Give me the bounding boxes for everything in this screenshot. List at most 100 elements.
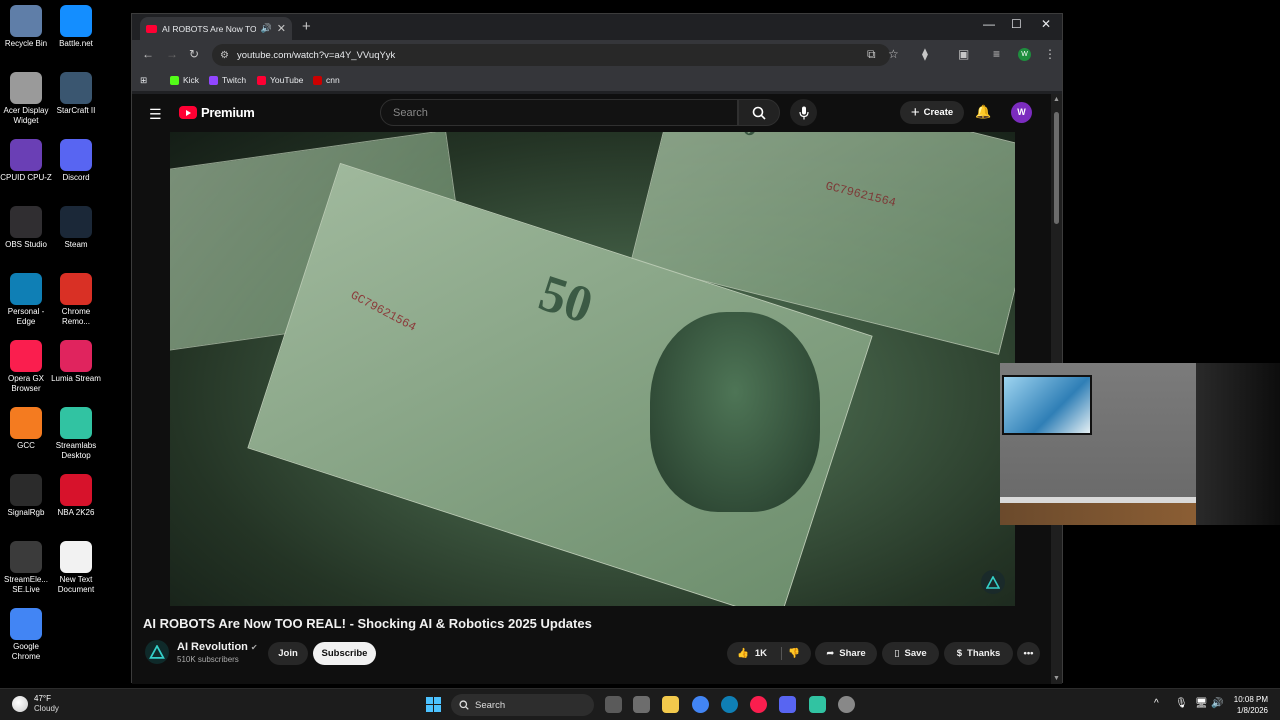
desktop-icon[interactable]: Streamlabs Desktop: [50, 407, 102, 461]
channel-avatar[interactable]: [145, 640, 169, 664]
scroll-up-icon[interactable]: ▲: [1053, 96, 1060, 103]
desktop-icon[interactable]: CPUID CPU-Z: [0, 139, 52, 183]
discord-icon[interactable]: [779, 696, 796, 713]
widgets-icon[interactable]: [633, 696, 650, 713]
desktop-icon[interactable]: Battle.net: [50, 5, 102, 49]
menu-icon[interactable]: ☰: [149, 106, 162, 123]
streamlabs-icon[interactable]: [809, 696, 826, 713]
bookmark-cnn[interactable]: cnn: [313, 75, 340, 85]
bookmark-kick[interactable]: Kick: [170, 75, 199, 85]
youtube-logo[interactable]: Premium: [179, 105, 255, 120]
desktop-icon[interactable]: OBS Studio: [0, 206, 52, 250]
taskbar-search[interactable]: Search: [451, 694, 594, 716]
desktop-icon-label: Opera GX Browser: [7, 374, 44, 393]
desktop-icon[interactable]: GCC: [0, 407, 52, 451]
desktop-icon[interactable]: Chrome Remo...: [50, 273, 102, 327]
start-button[interactable]: [426, 697, 441, 712]
desktop-icon[interactable]: Personal - Edge: [0, 273, 52, 327]
channel-watermark[interactable]: [981, 570, 1005, 594]
desktop-icon[interactable]: Discord: [50, 139, 102, 183]
system-clock[interactable]: 10:08 PM 1/8/2026: [1222, 694, 1268, 716]
desktop-icon[interactable]: SignalRgb: [0, 474, 52, 518]
banknote-value: 50: [532, 264, 600, 335]
channel-name-row[interactable]: AI Revolution ✔: [177, 641, 258, 653]
file-explorer-icon[interactable]: [662, 696, 679, 713]
back-icon[interactable]: ←: [142, 47, 154, 61]
desktop-icon[interactable]: Recycle Bin: [0, 5, 52, 49]
webcam-overlay[interactable]: [1000, 363, 1280, 525]
desktop-icon-label: StarCraft II: [56, 106, 96, 115]
clock-time: 10:08 PM: [1233, 695, 1268, 704]
microphone-tray-icon[interactable]: 🎙: [1175, 698, 1188, 709]
desktop-icon[interactable]: Acer Display Widget: [0, 72, 52, 126]
search-button[interactable]: [738, 99, 780, 126]
bookmark-youtube[interactable]: YouTube: [257, 75, 303, 85]
desktop-icon[interactable]: NBA 2K26: [50, 474, 102, 518]
browser-tab[interactable]: AI ROBOTS Are Now TOO R 🔊 ✕: [140, 17, 292, 40]
reload-icon[interactable]: ↻: [189, 47, 199, 61]
install-app-icon[interactable]: ⧉: [867, 47, 876, 62]
video-player[interactable]: GC79621564 50 GC79621564 50: [170, 132, 1015, 606]
desktop-icon[interactable]: Opera GX Browser: [0, 340, 52, 394]
save-label: Save: [904, 648, 927, 659]
minimize-icon[interactable]: —: [983, 17, 995, 31]
side-panel-icon[interactable]: ▣: [958, 47, 969, 61]
app-icon: [60, 72, 92, 104]
network-icon[interactable]: 🖥: [1195, 698, 1208, 709]
site-info-icon[interactable]: ⚙: [220, 50, 229, 61]
edge-icon[interactable]: [721, 696, 738, 713]
thumbs-up-icon: 👍: [737, 648, 749, 659]
subscribe-button[interactable]: Subscribe: [313, 642, 376, 665]
scrollbar-thumb[interactable]: [1054, 112, 1059, 224]
scroll-down-icon[interactable]: ▼: [1053, 675, 1060, 682]
account-avatar[interactable]: W: [1011, 102, 1032, 123]
app-icon: [60, 206, 92, 238]
desktop-icon[interactable]: Lumia Stream: [50, 340, 102, 384]
share-button[interactable]: ➦ Share: [815, 642, 877, 665]
speaker-icon[interactable]: 🔊: [261, 23, 272, 34]
like-button[interactable]: 👍 1K: [737, 648, 767, 659]
maximize-icon[interactable]: ☐: [1011, 17, 1022, 31]
app-icon: [60, 407, 92, 439]
join-button[interactable]: Join: [268, 642, 308, 665]
show-hidden-icons-icon[interactable]: ^: [1154, 698, 1159, 709]
portrait-image: [650, 312, 820, 512]
extensions-icon[interactable]: ⧫: [922, 47, 928, 61]
search-field[interactable]: [380, 99, 738, 126]
thumbs-down-icon[interactable]: 👎: [788, 648, 800, 659]
save-button[interactable]: ▯ Save: [882, 642, 939, 665]
notifications-bell-icon[interactable]: 🔔: [975, 104, 991, 120]
new-tab-icon[interactable]: +: [302, 18, 311, 35]
apps-grid-icon[interactable]: ⊞: [140, 75, 147, 86]
app-icon[interactable]: [838, 696, 855, 713]
forward-icon[interactable]: →: [166, 47, 178, 61]
desktop-icon[interactable]: Google Chrome: [0, 608, 52, 662]
thanks-button[interactable]: $ Thanks: [944, 642, 1013, 665]
bookmark-star-icon[interactable]: ☆: [888, 47, 899, 61]
desktop-icon[interactable]: New Text Document: [50, 541, 102, 595]
desktop-icon-label: Personal - Edge: [7, 307, 45, 326]
close-window-icon[interactable]: ✕: [1041, 17, 1051, 31]
plus-icon: +: [910, 104, 920, 121]
desktop-icon[interactable]: Steam: [50, 206, 102, 250]
desktop-icon-label: CPUID CPU-Z: [0, 173, 52, 182]
task-view-icon[interactable]: [605, 696, 622, 713]
app-icon: [60, 273, 92, 305]
opera-gx-icon[interactable]: [750, 696, 767, 713]
browser-menu-icon[interactable]: ⋮: [1044, 47, 1056, 61]
reading-list-icon[interactable]: ≡: [993, 47, 1000, 61]
bookmark-twitch[interactable]: Twitch: [209, 75, 246, 85]
app-icon: [60, 340, 92, 372]
desktop-icon[interactable]: StreamEle... SE.Live: [0, 541, 52, 595]
close-tab-icon[interactable]: ✕: [277, 22, 286, 35]
address-bar[interactable]: ⚙ youtube.com/watch?v=a4Y_VVuqYyk: [212, 44, 890, 66]
create-button[interactable]: + Create: [900, 101, 964, 124]
weather-widget[interactable]: 47°F Cloudy: [12, 694, 59, 714]
profile-avatar[interactable]: W: [1018, 48, 1031, 61]
more-actions-button[interactable]: •••: [1017, 642, 1040, 665]
desktop-icon[interactable]: StarCraft II: [50, 72, 102, 116]
search-input[interactable]: [393, 106, 737, 119]
app-icon: [10, 608, 42, 640]
voice-search-button[interactable]: [790, 99, 817, 126]
chrome-icon[interactable]: [692, 696, 709, 713]
